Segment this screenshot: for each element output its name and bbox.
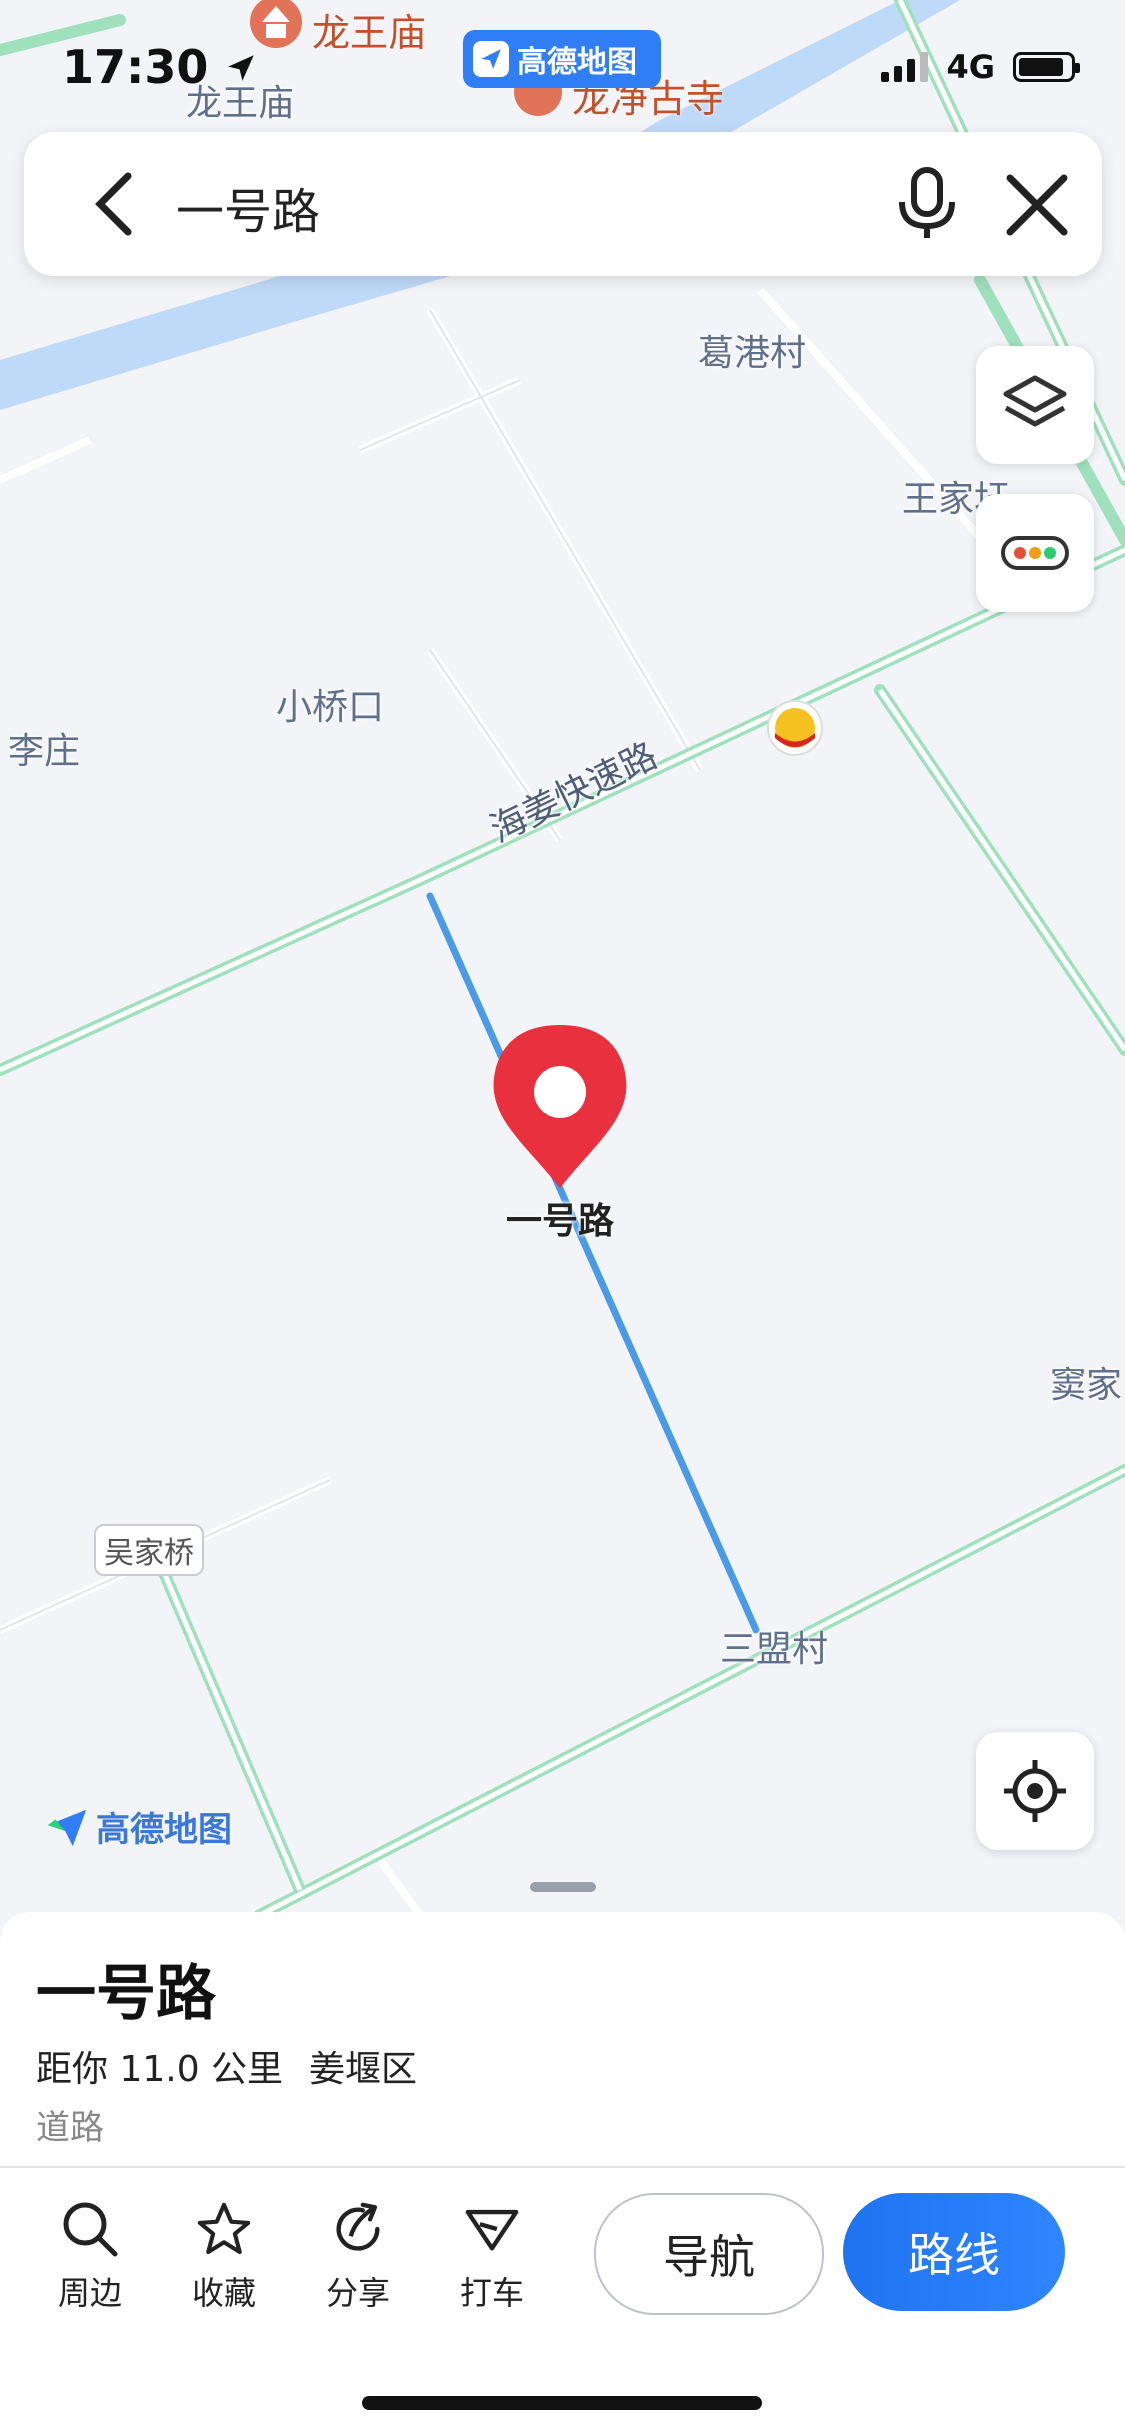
map-label-gegang: 葛港村 [698,333,807,374]
taxi-button[interactable]: 打车 [442,2200,542,2314]
traffic-light-icon [1001,536,1069,570]
status-time-text: 17:30 [62,40,209,94]
place-meta: 距你 11.0 公里 姜堰区 [36,2040,417,2092]
location-arrow-icon [228,55,255,81]
map-label-longwangmiao-poi[interactable]: 龙王庙 [312,2,426,57]
selected-road-label: 一号路 [506,1201,615,1242]
sheet-drag-handle[interactable] [530,1882,596,1892]
network-type: 4G [946,48,995,86]
navigate-button[interactable]: 导航 [594,2193,824,2315]
nearby-label: 周边 [57,2274,122,2312]
amap-logo-icon [47,1809,87,1846]
share-label: 分享 [325,2274,390,2312]
favorite-button[interactable]: 收藏 [174,2200,274,2314]
locate-icon [1004,1760,1066,1822]
taxi-flag-icon [465,2209,519,2251]
nearby-button[interactable]: 周边 [40,2200,140,2314]
place-district: 姜堰区 [309,2049,418,2090]
app-badge-label: 高德地图 [517,45,637,80]
map-label-doujia: 窦家 [1050,1365,1123,1406]
star-icon [197,2202,251,2255]
place-distance: 距你 11.0 公里 [36,2049,284,2090]
map-view[interactable] [0,0,1125,1915]
gas-station-icon [767,700,823,756]
status-time: 17:30 [62,40,258,94]
layers-icon [1003,375,1067,427]
search-bar[interactable]: 一号路 [24,132,1102,276]
battery-icon [1013,52,1080,82]
taxi-label: 打车 [459,2274,524,2312]
share-icon [336,2202,380,2251]
map-label-wujiaqiao: 吴家桥 [94,1524,204,1576]
locate-me-button[interactable] [976,1732,1094,1850]
close-icon[interactable] [1004,172,1070,238]
amap-logo-icon [473,41,509,77]
map-label-sanmeng: 三盟村 [720,1629,829,1670]
layers-button[interactable] [976,346,1094,464]
favorite-label: 收藏 [191,2274,256,2312]
search-input[interactable]: 一号路 [176,172,320,242]
back-icon[interactable] [84,172,144,236]
microphone-icon[interactable] [892,166,962,242]
place-title: 一号路 [36,1959,216,2029]
map-label-xiaoqiaokou: 小桥口 [276,687,385,728]
map-watermark: 高德地图 [44,1802,232,1851]
search-icon [63,2202,118,2257]
place-type: 道路 [36,2108,104,2148]
share-button[interactable]: 分享 [308,2200,408,2314]
home-indicator[interactable] [362,2396,762,2410]
watermark-text: 高德地图 [96,1810,232,1850]
app-badge[interactable]: 高德地图 [463,30,661,88]
signal-icon [881,52,929,82]
route-button[interactable]: 路线 [843,2193,1065,2311]
map-label-lizhuang: 李庄 [8,731,81,772]
status-indicators: 4G [881,48,1080,86]
traffic-button[interactable] [976,494,1094,612]
divider [0,2166,1125,2168]
